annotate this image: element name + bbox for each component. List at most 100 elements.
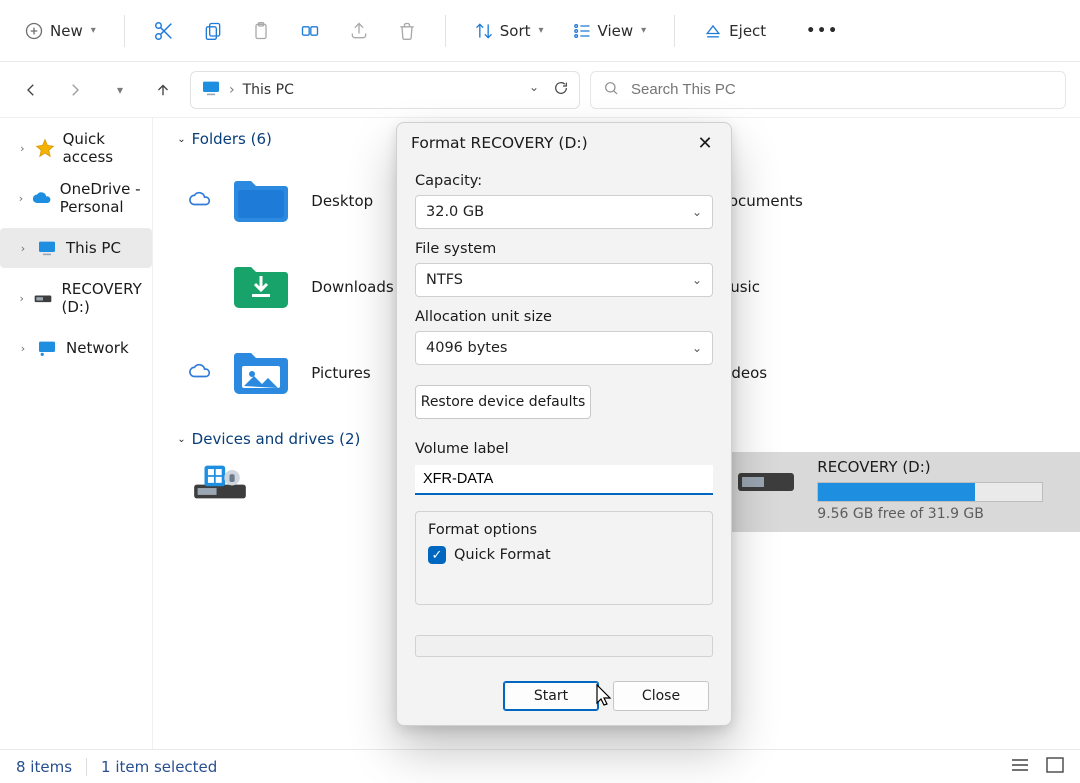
more-button[interactable]: •••: [796, 17, 849, 45]
more-icon: •••: [806, 23, 839, 39]
group-label: Folders (6): [192, 130, 272, 148]
chevron-down-icon: ⌄: [177, 134, 185, 145]
view-button[interactable]: View ▾: [562, 15, 657, 47]
sidebar-item-quick-access[interactable]: › Quick access: [0, 128, 152, 168]
status-selected: 1 item selected: [101, 758, 217, 776]
search-icon: [603, 80, 619, 100]
search-input[interactable]: [629, 80, 1053, 99]
sidebar-item-label: OneDrive - Personal: [60, 180, 146, 216]
this-pc-icon: [201, 80, 221, 100]
address-bar[interactable]: › This PC ⌄: [190, 71, 580, 109]
up-button[interactable]: [146, 73, 180, 107]
new-button[interactable]: New ▾: [14, 15, 106, 47]
delete-button[interactable]: [387, 15, 427, 47]
cloud-status-icon: [189, 363, 211, 383]
view-icon: [572, 21, 592, 41]
start-label: Start: [534, 688, 568, 704]
status-items: 8 items: [16, 758, 72, 776]
sidebar: › Quick access › OneDrive - Personal › T…: [0, 118, 153, 749]
format-options-label: Format options: [428, 522, 700, 538]
volume-label-input[interactable]: [415, 465, 713, 495]
close-button[interactable]: Close: [613, 681, 709, 711]
sidebar-item-recovery[interactable]: › RECOVERY (D:): [0, 278, 152, 318]
chevron-down-icon[interactable]: ⌄: [529, 80, 539, 100]
sidebar-item-label: Quick access: [63, 130, 147, 166]
allocation-value: 4096 bytes: [426, 340, 507, 356]
share-button[interactable]: [339, 15, 379, 47]
sidebar-item-label: This PC: [66, 239, 121, 257]
rename-button[interactable]: [289, 15, 331, 47]
capacity-label: Capacity:: [415, 173, 713, 189]
close-label: Close: [642, 688, 680, 704]
restore-defaults-button[interactable]: Restore device defaults: [415, 385, 591, 419]
filesystem-select[interactable]: NTFS ⌄: [415, 263, 713, 297]
network-icon: [36, 340, 58, 356]
folder-icon: [231, 177, 291, 225]
folder-icon: [231, 349, 291, 397]
sort-button[interactable]: Sort ▾: [464, 15, 554, 47]
eject-icon: [703, 21, 723, 41]
rename-icon: [299, 21, 321, 41]
eject-label: Eject: [729, 22, 766, 40]
sidebar-item-network[interactable]: › Network: [0, 328, 152, 368]
sidebar-item-onedrive[interactable]: › OneDrive - Personal: [0, 178, 152, 218]
restore-label: Restore device defaults: [421, 394, 586, 410]
volume-label-label: Volume label: [415, 441, 713, 457]
copy-button[interactable]: [193, 15, 233, 47]
share-icon: [349, 21, 369, 41]
close-icon[interactable]: ✕: [691, 129, 719, 157]
chevron-down-icon: ▾: [91, 25, 96, 36]
capacity-select[interactable]: 32.0 GB ⌄: [415, 195, 713, 229]
chevron-right-icon: ›: [18, 192, 24, 205]
sort-icon: [474, 21, 494, 41]
chevron-right-icon: ›: [18, 342, 28, 355]
format-options-box: Format options ✓ Quick Format: [415, 511, 713, 605]
folder-name: Desktop: [311, 192, 373, 210]
checkbox-checked-icon: ✓: [428, 546, 446, 564]
quick-format-checkbox[interactable]: ✓ Quick Format: [428, 546, 700, 564]
nav-row: ▾ › This PC ⌄: [0, 62, 1080, 118]
sidebar-item-label: RECOVERY (D:): [61, 280, 146, 316]
view-label: View: [598, 22, 634, 40]
drive-name: RECOVERY (D:): [817, 458, 1080, 476]
paste-button[interactable]: [241, 15, 281, 47]
breadcrumb-separator: ›: [229, 82, 235, 98]
clipboard-icon: [251, 21, 271, 41]
start-button[interactable]: Start: [503, 681, 599, 711]
details-view-icon[interactable]: [1010, 757, 1030, 777]
chevron-right-icon: ›: [18, 242, 28, 255]
refresh-icon[interactable]: [553, 80, 569, 100]
sidebar-item-this-pc[interactable]: › This PC: [0, 228, 152, 268]
cut-button[interactable]: [143, 14, 185, 48]
drive-free-text: 9.56 GB free of 31.9 GB: [817, 506, 1080, 522]
folder-icon: [231, 263, 291, 311]
sort-label: Sort: [500, 22, 531, 40]
drive-recovery[interactable]: RECOVERY (D:) 9.56 GB free of 31.9 GB: [727, 452, 1080, 532]
sidebar-item-label: Network: [66, 339, 129, 357]
recent-button[interactable]: ▾: [102, 73, 136, 107]
eject-button[interactable]: Eject: [693, 15, 776, 47]
tiles-view-icon[interactable]: [1046, 757, 1064, 777]
capacity-value: 32.0 GB: [426, 204, 484, 220]
filesystem-label: File system: [415, 241, 713, 257]
folder-name: Downloads: [311, 278, 393, 296]
back-button[interactable]: [14, 73, 48, 107]
forward-button[interactable]: [58, 73, 92, 107]
cloud-status-icon: [189, 191, 211, 211]
chevron-down-icon: ▾: [539, 25, 544, 36]
group-label: Devices and drives (2): [192, 430, 361, 448]
chevron-down-icon: ⌄: [692, 341, 702, 355]
drive-usage-bar: [817, 482, 1043, 502]
search-bar[interactable]: [590, 71, 1066, 109]
drive-icon: [189, 458, 251, 506]
new-label: New: [50, 22, 83, 40]
filesystem-value: NTFS: [426, 272, 463, 288]
allocation-select[interactable]: 4096 bytes ⌄: [415, 331, 713, 365]
chevron-down-icon: ▾: [117, 83, 123, 97]
dialog-titlebar: Format RECOVERY (D:) ✕: [397, 123, 731, 163]
chevron-down-icon: ▾: [641, 25, 646, 36]
star-icon: [35, 138, 55, 158]
trash-icon: [397, 21, 417, 41]
chevron-right-icon: ›: [18, 142, 27, 155]
chevron-down-icon: ⌄: [692, 273, 702, 287]
